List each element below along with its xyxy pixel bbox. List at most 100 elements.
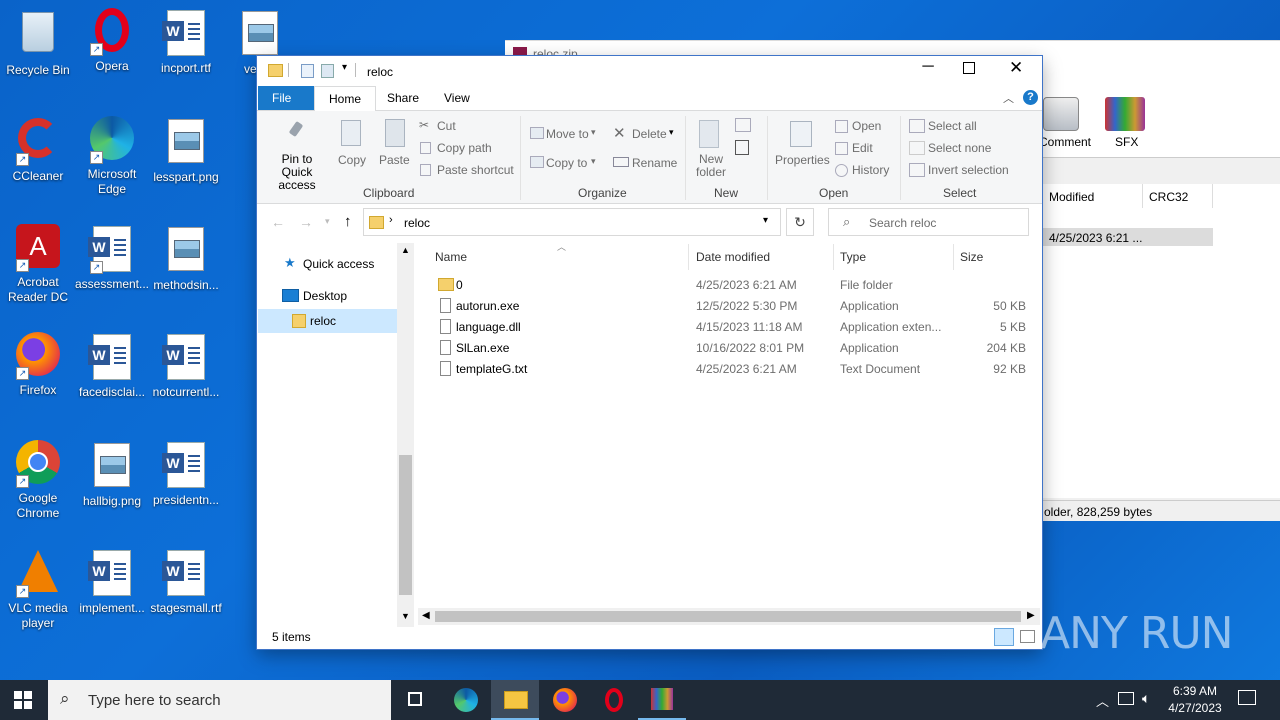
scroll-right-icon[interactable]: ▶ — [1027, 610, 1035, 621]
properties-quick-icon[interactable] — [301, 64, 314, 78]
notifications-icon[interactable] — [1238, 690, 1256, 705]
tab-share[interactable]: Share — [373, 86, 433, 110]
comment-button[interactable]: Comment — [1039, 135, 1091, 149]
customize-quick-access-icon[interactable]: ▾ — [342, 62, 347, 73]
new-item-icon[interactable] — [735, 118, 751, 132]
tab-file[interactable]: File — [258, 86, 315, 110]
select-all-button[interactable]: Select all — [928, 119, 977, 133]
new-folder-button[interactable]: New folder — [694, 153, 728, 179]
back-arrow-icon[interactable]: ← — [271, 214, 285, 230]
copy-to-button[interactable]: Copy to — [546, 156, 587, 170]
file-row[interactable]: SlLan.exe 10/16/2022 8:01 PM Application… — [432, 339, 1032, 359]
history-button[interactable]: History — [852, 163, 889, 177]
column-crc32[interactable]: CRC32 — [1149, 190, 1188, 204]
firefox-taskbar-icon[interactable] — [541, 680, 589, 720]
easy-access-icon[interactable] — [735, 140, 749, 155]
file-row[interactable]: autorun.exe 12/5/2022 5:30 PM Applicatio… — [432, 297, 1032, 317]
nav-reloc[interactable]: reloc — [258, 309, 397, 333]
paste-button[interactable]: Paste — [379, 153, 410, 167]
nav-scrollbar[interactable]: ▲ ▼ — [397, 243, 414, 627]
new-folder-quick-icon[interactable] — [321, 64, 334, 78]
task-view-icon[interactable] — [392, 680, 440, 720]
column-header-size[interactable]: Size — [960, 250, 983, 264]
edit-button[interactable]: Edit — [852, 141, 873, 155]
file-row[interactable]: templateG.txt 4/25/2023 6:21 AM Text Doc… — [432, 360, 1032, 380]
desktop-icon-vlc[interactable]: ↗ VLC media player — [0, 548, 76, 631]
winrar-row-selected[interactable]: 4/25/2023 6:21 ... — [1043, 228, 1213, 246]
desktop-icon-firefox[interactable]: ↗ Firefox — [0, 332, 76, 398]
maximize-button[interactable] — [963, 62, 975, 74]
help-icon[interactable]: ? — [1023, 90, 1038, 105]
clock[interactable]: 6:39 AM 4/27/2023 — [1160, 683, 1230, 717]
file-row[interactable]: language.dll 4/15/2023 11:18 AM Applicat… — [432, 318, 1032, 338]
copy-path-button[interactable]: Copy path — [437, 141, 492, 155]
pin-to-quick-access-button[interactable]: Pin to Quick access — [265, 153, 329, 192]
winrar-taskbar-icon[interactable] — [638, 680, 686, 720]
search-box[interactable]: ⌕ Search reloc — [828, 208, 1029, 236]
up-arrow-icon[interactable]: ↑ — [344, 213, 352, 230]
copy-button[interactable]: Copy — [338, 153, 366, 167]
desktop-icon-lesspart[interactable]: lesspart.png — [148, 116, 224, 185]
nav-desktop[interactable]: Desktop — [257, 285, 397, 307]
edge-taskbar-icon[interactable] — [442, 680, 490, 720]
address-bar[interactable]: › reloc ▾ — [363, 208, 781, 236]
desktop-icon-implement[interactable]: W implement... — [74, 548, 150, 616]
select-none-button[interactable]: Select none — [928, 141, 991, 155]
hscroll-thumb[interactable] — [435, 611, 1021, 622]
column-header-type[interactable]: Type — [840, 250, 866, 264]
column-modified[interactable]: Modified — [1049, 190, 1094, 204]
invert-selection-button[interactable]: Invert selection — [928, 163, 1009, 177]
desktop-icon-notcurrentl[interactable]: W notcurrentl... — [148, 332, 224, 400]
desktop-icon-stagesmall[interactable]: W stagesmall.rtf — [148, 548, 224, 616]
desktop-icon-presidentn[interactable]: W presidentn... — [148, 440, 224, 508]
file-list-hscrollbar[interactable]: ◀ ▶ — [418, 608, 1040, 625]
taskbar-search-box[interactable]: ⌕ Type here to search — [48, 680, 391, 720]
breadcrumb-reloc[interactable]: reloc — [404, 216, 430, 230]
paste-shortcut-button[interactable]: Paste shortcut — [437, 163, 514, 177]
open-button[interactable]: Open — [852, 119, 881, 133]
desktop-icon-ccleaner[interactable]: ↗ CCleaner — [0, 116, 76, 184]
large-icons-view-icon[interactable] — [1020, 630, 1035, 643]
close-button[interactable]: ✕ — [1009, 58, 1023, 78]
details-view-icon[interactable] — [994, 628, 1014, 646]
desktop-icon-hallbig[interactable]: hallbig.png — [74, 440, 150, 509]
delete-button[interactable]: Delete — [632, 127, 667, 141]
sfx-button[interactable]: SFX — [1115, 135, 1138, 149]
show-hidden-icons-icon[interactable]: ︿ — [1096, 691, 1109, 710]
file-explorer-window[interactable]: ▾ reloc ─ ✕ File Home Share View ︿ ? Pin… — [257, 56, 1042, 649]
column-header-date-modified[interactable]: Date modified — [696, 250, 770, 264]
file-explorer-taskbar-icon[interactable] — [491, 680, 539, 720]
desktop-icon-chrome[interactable]: ↗ Google Chrome — [0, 440, 76, 521]
scroll-up-icon[interactable]: ▲ — [401, 245, 410, 255]
cut-button[interactable]: Cut — [437, 119, 456, 133]
tab-home[interactable]: Home — [314, 86, 377, 112]
desktop-icon-assessment[interactable]: W ↗ assessment... — [74, 224, 150, 292]
breadcrumb-chevron-icon[interactable]: › — [389, 214, 393, 226]
move-to-button[interactable]: Move to — [546, 127, 589, 141]
file-row[interactable]: 0 4/25/2023 6:21 AM File folder — [432, 276, 1032, 296]
address-dropdown-icon[interactable]: ▾ — [763, 215, 768, 226]
network-icon[interactable] — [1118, 692, 1134, 705]
opera-taskbar-icon[interactable] — [590, 680, 638, 720]
desktop-icon-acrobat[interactable]: A ↗ Acrobat Reader DC — [0, 224, 76, 305]
tab-view[interactable]: View — [430, 86, 484, 110]
desktop-icon-recycle-bin[interactable]: Recycle Bin — [0, 8, 76, 78]
minimize-button[interactable]: ─ — [917, 58, 939, 76]
recent-locations-icon[interactable]: ▾ — [325, 216, 330, 227]
start-button[interactable] — [14, 691, 32, 709]
volume-icon[interactable]: 🔈︎ — [1142, 690, 1150, 707]
collapse-ribbon-icon[interactable]: ︿ — [1003, 90, 1014, 106]
rename-button[interactable]: Rename — [632, 156, 677, 170]
forward-arrow-icon[interactable]: → — [299, 214, 313, 230]
scroll-left-icon[interactable]: ◀ — [422, 610, 430, 621]
desktop-icon-opera[interactable]: ↗ Opera — [74, 8, 150, 74]
desktop-icon-methodsin[interactable]: methodsin... — [148, 224, 224, 293]
nav-scroll-thumb[interactable] — [399, 455, 412, 595]
desktop-icon-incport[interactable]: W incport.rtf — [148, 8, 224, 76]
desktop-icon-edge[interactable]: ↗ Microsoft Edge — [74, 116, 150, 197]
desktop-icon-facedisclai[interactable]: W facedisclai... — [74, 332, 150, 400]
column-header-name[interactable]: Name — [435, 250, 467, 264]
refresh-icon[interactable]: ↻ — [786, 208, 814, 236]
nav-quick-access[interactable]: ★ Quick access — [257, 253, 397, 275]
properties-button[interactable]: Properties — [775, 153, 830, 167]
